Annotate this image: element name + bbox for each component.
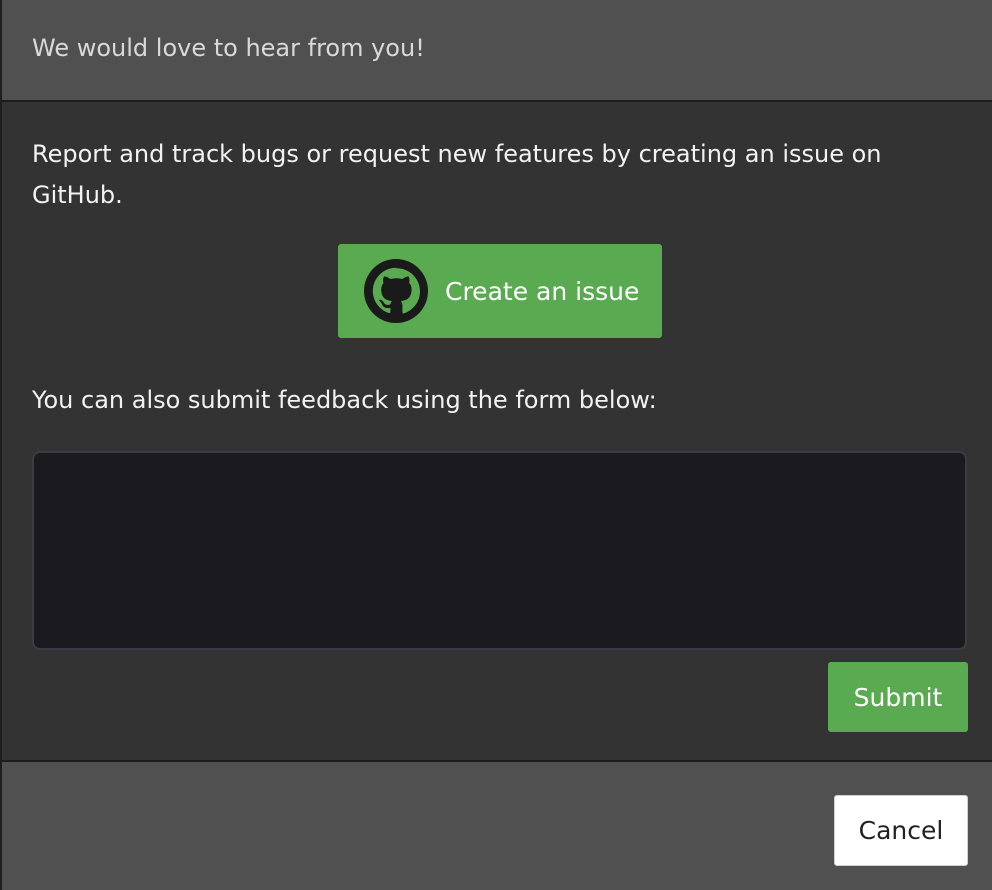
dialog-header: We would love to hear from you! bbox=[2, 0, 992, 102]
create-issue-label: Create an issue bbox=[445, 276, 640, 306]
github-icon bbox=[364, 259, 428, 323]
intro-text: Report and track bugs or request new fea… bbox=[32, 140, 882, 209]
feedback-textarea[interactable] bbox=[32, 451, 967, 650]
dialog-body: Report and track bugs or request new fea… bbox=[2, 102, 992, 760]
cancel-button[interactable]: Cancel bbox=[834, 795, 968, 866]
dialog-title: We would love to hear from you! bbox=[32, 34, 425, 62]
feedback-form-label: You can also submit feedback using the f… bbox=[32, 386, 657, 414]
submit-button[interactable]: Submit bbox=[828, 662, 968, 732]
dialog-footer: Cancel bbox=[2, 760, 992, 890]
feedback-dialog: We would love to hear from you! Report a… bbox=[0, 0, 992, 890]
create-issue-button[interactable]: Create an issue bbox=[338, 244, 662, 338]
